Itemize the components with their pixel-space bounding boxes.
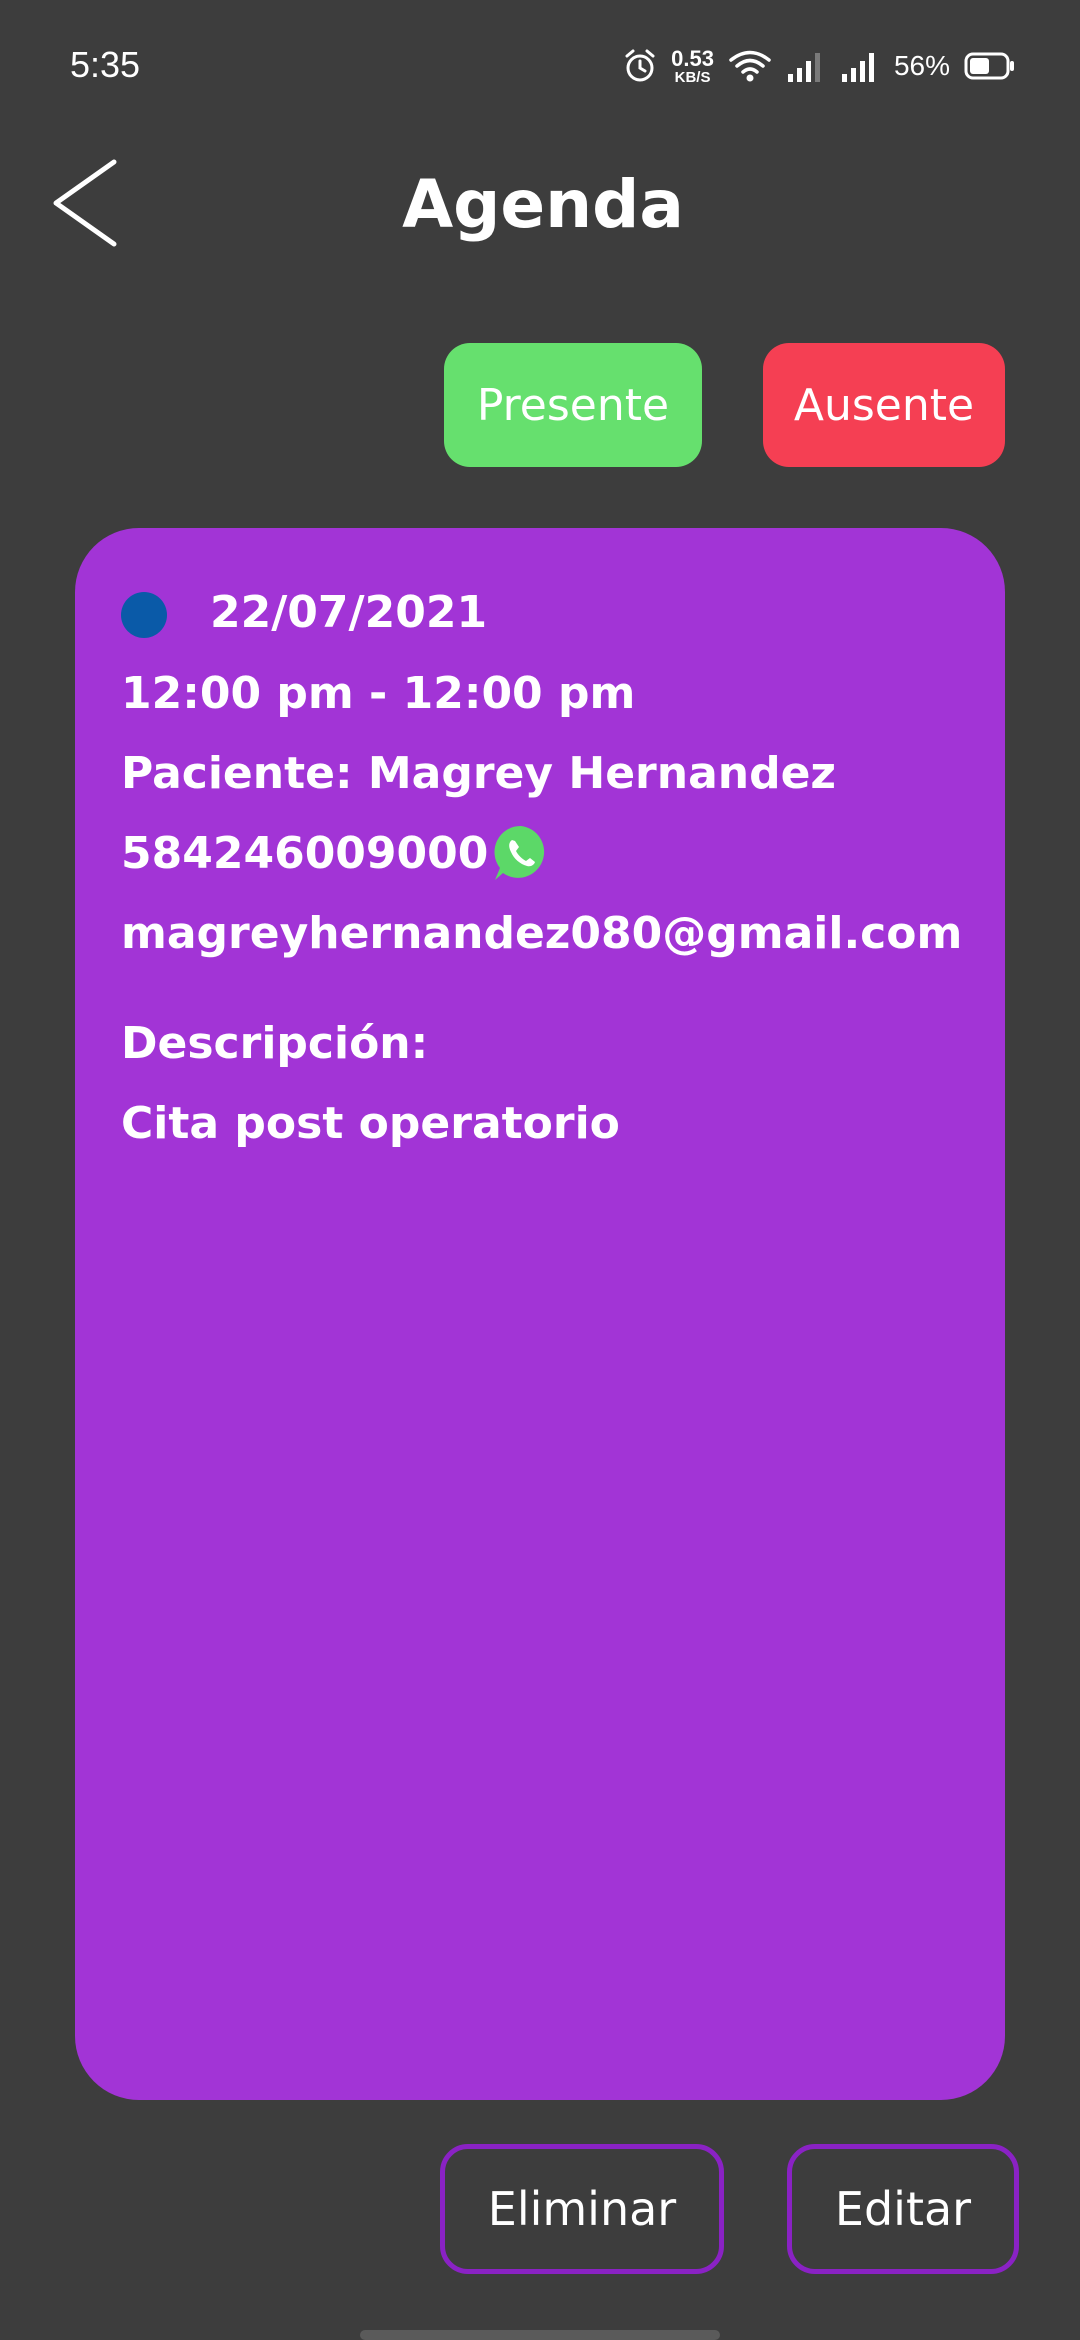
appointment-time: 12:00 pm - 12:00 pm [121,668,636,719]
home-indicator[interactable] [360,2330,720,2340]
battery-percent: 56% [893,50,950,81]
description-text: Cita post operatorio [121,1098,620,1149]
status-dot [121,592,167,638]
appointment-date: 22/07/2021 [210,587,488,638]
network-speed-unit: KB/S [674,68,711,86]
network-speed-value: 0.53 [671,45,714,71]
patient-email: magreyhernandez080@gmail.com [121,908,963,959]
patient-name: Paciente: Magrey Hernandez [121,748,837,799]
wifi-icon [728,49,772,83]
alarm-icon [623,48,657,84]
page-title: Agenda [402,166,684,243]
signal-icon [840,50,880,82]
appointment-card: 22/07/2021 12:00 pm - 12:00 pm Paciente:… [75,528,1005,2100]
status-time: 5:35 [70,44,141,85]
patient-phone: 584246009000 [121,828,489,879]
edit-button[interactable]: Editar [787,2144,1019,2274]
battery-icon [964,51,1016,81]
whatsapp-icon[interactable] [490,822,552,884]
signal-icon [786,50,826,82]
status-bar: 5:35 0.53 KB/S 56% [0,0,1080,130]
network-speed: 0.53 KB/S [671,45,714,86]
description-label: Descripción: [121,1018,429,1069]
status-icons: 0.53 KB/S 56% [623,44,1016,88]
delete-button[interactable]: Eliminar [440,2144,724,2274]
absent-button[interactable]: Ausente [763,343,1005,467]
present-button[interactable]: Presente [444,343,702,467]
